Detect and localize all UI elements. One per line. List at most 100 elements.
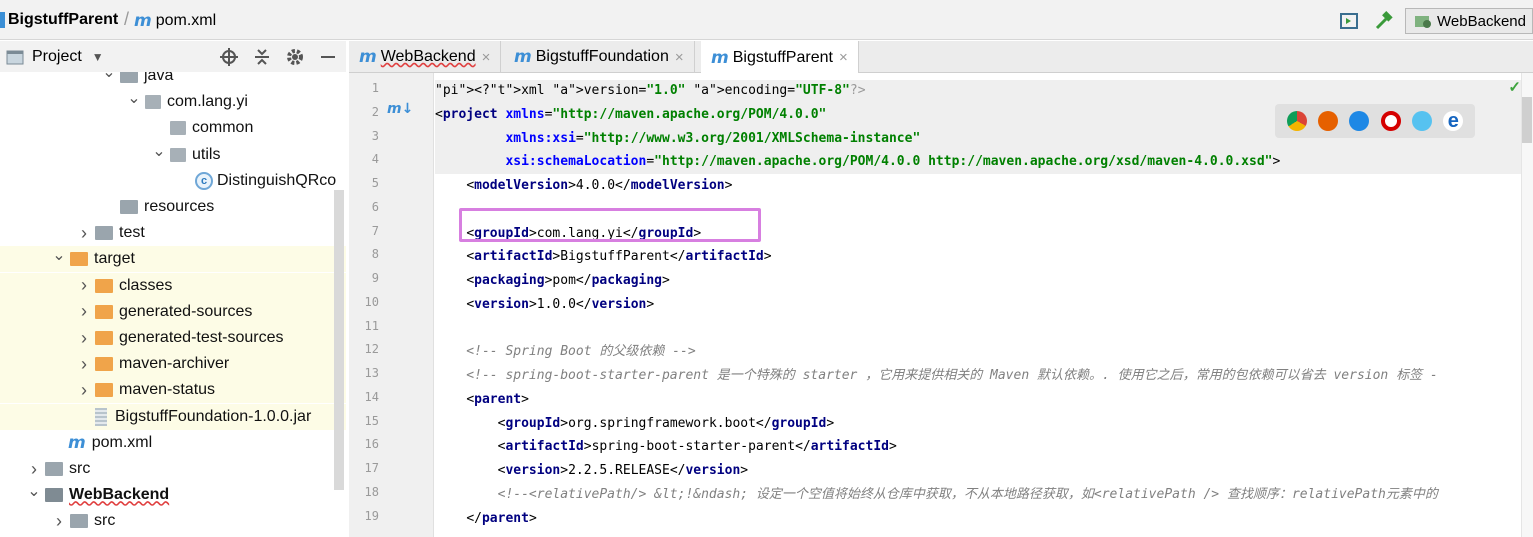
opera-icon[interactable] [1380,111,1401,131]
class-icon: c [195,171,213,190]
tree-item[interactable]: ⌄ utils [0,142,346,168]
folder-icon [95,226,113,241]
breadcrumb-file[interactable]: m pom.xml [134,11,216,31]
code-line[interactable]: "pi"><?"t">xml "a">version="1.0" "a">enc… [435,79,866,102]
hide-panel-button[interactable] [318,47,338,67]
terminal-icon [1340,13,1358,29]
code-line[interactable]: <groupId>org.springframework.boot</group… [435,412,835,435]
tree-item[interactable]: c DistinguishQRco [0,168,346,194]
tree-item-label: generated-sources [119,302,253,320]
collapse-all-icon [255,49,269,65]
tree-item[interactable]: ⌄ java [0,72,346,89]
collapse-arrow-icon[interactable]: › [75,275,93,296]
breadcrumb-project[interactable]: BigstuffParent [0,11,118,29]
editor-tab[interactable]: m WebBackend × [349,41,502,73]
editor-tab[interactable]: m BigstuffParent × [701,41,859,74]
code-editor[interactable]: 1 2 3 4 5 6 7 8 9 10 11 12 13 14 15 16 17 18 19 "pi"><?"t"… [349,73,1533,537]
tree-item-label: WebBackend [69,486,170,504]
orange-folder-icon [70,252,88,267]
terminal-button[interactable] [1337,9,1361,33]
code-line[interactable]: <!-- spring-boot-starter-parent 是一个特殊的 s… [435,364,1437,387]
expand-arrow-icon[interactable]: ⌄ [150,141,168,161]
tree-item[interactable]: › classes [0,272,346,299]
tab-label: BigstuffParent [732,48,833,66]
close-icon[interactable]: × [482,49,491,66]
code-line[interactable]: <version>1.0.0</version> [435,293,654,316]
edge-icon[interactable]: e [1443,110,1464,132]
safari-icon[interactable] [1349,111,1370,131]
tree-item[interactable]: common [0,115,346,141]
ide-window: BigstuffParent / m pom.xml WebBackend Pr… [0,0,1533,537]
collapse-arrow-icon[interactable]: › [75,301,93,322]
orange-folder-icon [95,278,113,293]
code-line[interactable]: xsi:schemaLocation="http://maven.apache.… [435,150,1280,173]
tree-item[interactable]: ⌄ com.lang.yi [0,89,346,115]
code-line[interactable]: <version>2.2.5.RELEASE</version> [435,459,748,482]
line-number: 13 [364,366,379,380]
code-line[interactable]: <packaging>pom</packaging> [435,269,670,292]
run-config-label: WebBackend [1437,12,1526,30]
tree-item-label: DistinguishQRco [217,171,337,189]
line-number: 9 [371,271,379,285]
expand-arrow-icon[interactable]: ⌄ [100,72,118,82]
code-line[interactable]: </parent> [435,507,536,530]
collapse-arrow-icon[interactable]: › [25,459,43,480]
expand-arrow-icon[interactable]: ⌄ [50,245,68,265]
folder-icon [70,514,88,529]
run-config-icon [1415,16,1431,28]
collapse-arrow-icon[interactable]: › [75,354,93,375]
tree-item[interactable]: BigstuffFoundation-1.0.0.jar [0,403,346,430]
project-tree-scrollbar[interactable] [334,190,344,490]
project-view-selector[interactable]: Project ▼ [6,48,104,66]
tree-item[interactable]: › src [0,508,346,534]
run-configuration-selector[interactable]: WebBackend [1405,8,1533,34]
chrome-icon[interactable] [1286,111,1307,131]
collapse-arrow-icon[interactable]: › [75,380,93,401]
tree-item[interactable]: › generated-sources [0,298,346,325]
expand-arrow-icon[interactable]: ⌄ [125,88,143,108]
tree-item[interactable]: ⌄ WebBackend [0,482,346,508]
collapse-arrow-icon[interactable]: › [50,511,68,532]
module-icon [45,488,63,503]
tree-item[interactable]: m pom.xml [0,430,346,456]
internet-explorer-icon[interactable] [1411,111,1432,131]
tree-item[interactable]: › generated-test-sources [0,325,346,351]
code-line[interactable]: xmlns:xsi="http://www.w3.org/2001/XMLSch… [435,127,920,150]
code-line[interactable]: <!-- Spring Boot 的父级依赖 --> [435,340,695,363]
locate-file-button[interactable] [219,47,239,67]
maven-override-icon[interactable]: m↓ [387,101,413,117]
tree-item[interactable]: › maven-status [0,377,346,404]
collapse-all-button[interactable] [252,47,272,67]
firefox-icon[interactable] [1317,111,1338,131]
code-line[interactable]: <!--<relativePath/> &lt;!&ndash; 设定一个空值将… [435,483,1438,506]
collapse-arrow-icon[interactable]: › [75,328,93,349]
line-number: 8 [371,247,379,262]
browser-preview-bar: e [1275,104,1475,138]
build-button[interactable] [1371,9,1395,33]
tree-item[interactable]: ⌄ target [0,245,346,273]
tree-item-label: src [69,460,91,477]
tree-item[interactable]: › src [0,456,346,482]
code-line[interactable]: <artifactId>spring-boot-starter-parent</… [435,435,897,458]
code-line[interactable]: <modelVersion>4.0.0</modelVersion> [435,174,732,197]
line-number: 3 [371,128,379,143]
collapse-arrow-icon[interactable]: › [75,223,93,244]
code-line[interactable]: <parent> [435,388,529,411]
settings-button[interactable] [285,47,305,67]
code-line[interactable]: <project xmlns="http://maven.apache.org/… [435,103,826,126]
code-line[interactable]: <artifactId>BigstuffParent</artifactId> [435,245,771,268]
gear-icon [287,49,303,65]
tree-item[interactable]: › test [0,220,346,246]
line-number: 4 [371,152,379,167]
tree-item[interactable]: › maven-archiver [0,351,346,378]
tree-item-label: pom.xml [91,433,153,451]
close-icon[interactable]: × [675,49,684,66]
editor-scrollbar-thumb[interactable] [1522,97,1532,143]
expand-arrow-icon[interactable]: ⌄ [25,481,43,501]
editor-tab[interactable]: m BigstuffFoundation × [504,41,695,73]
tree-item[interactable]: resources [0,194,346,220]
package-icon [170,147,186,162]
close-icon[interactable]: × [839,49,848,66]
code-area[interactable]: "pi"><?"t">xml "a">version="1.0" "a">enc… [435,73,1513,537]
maven-icon: m [514,47,532,67]
